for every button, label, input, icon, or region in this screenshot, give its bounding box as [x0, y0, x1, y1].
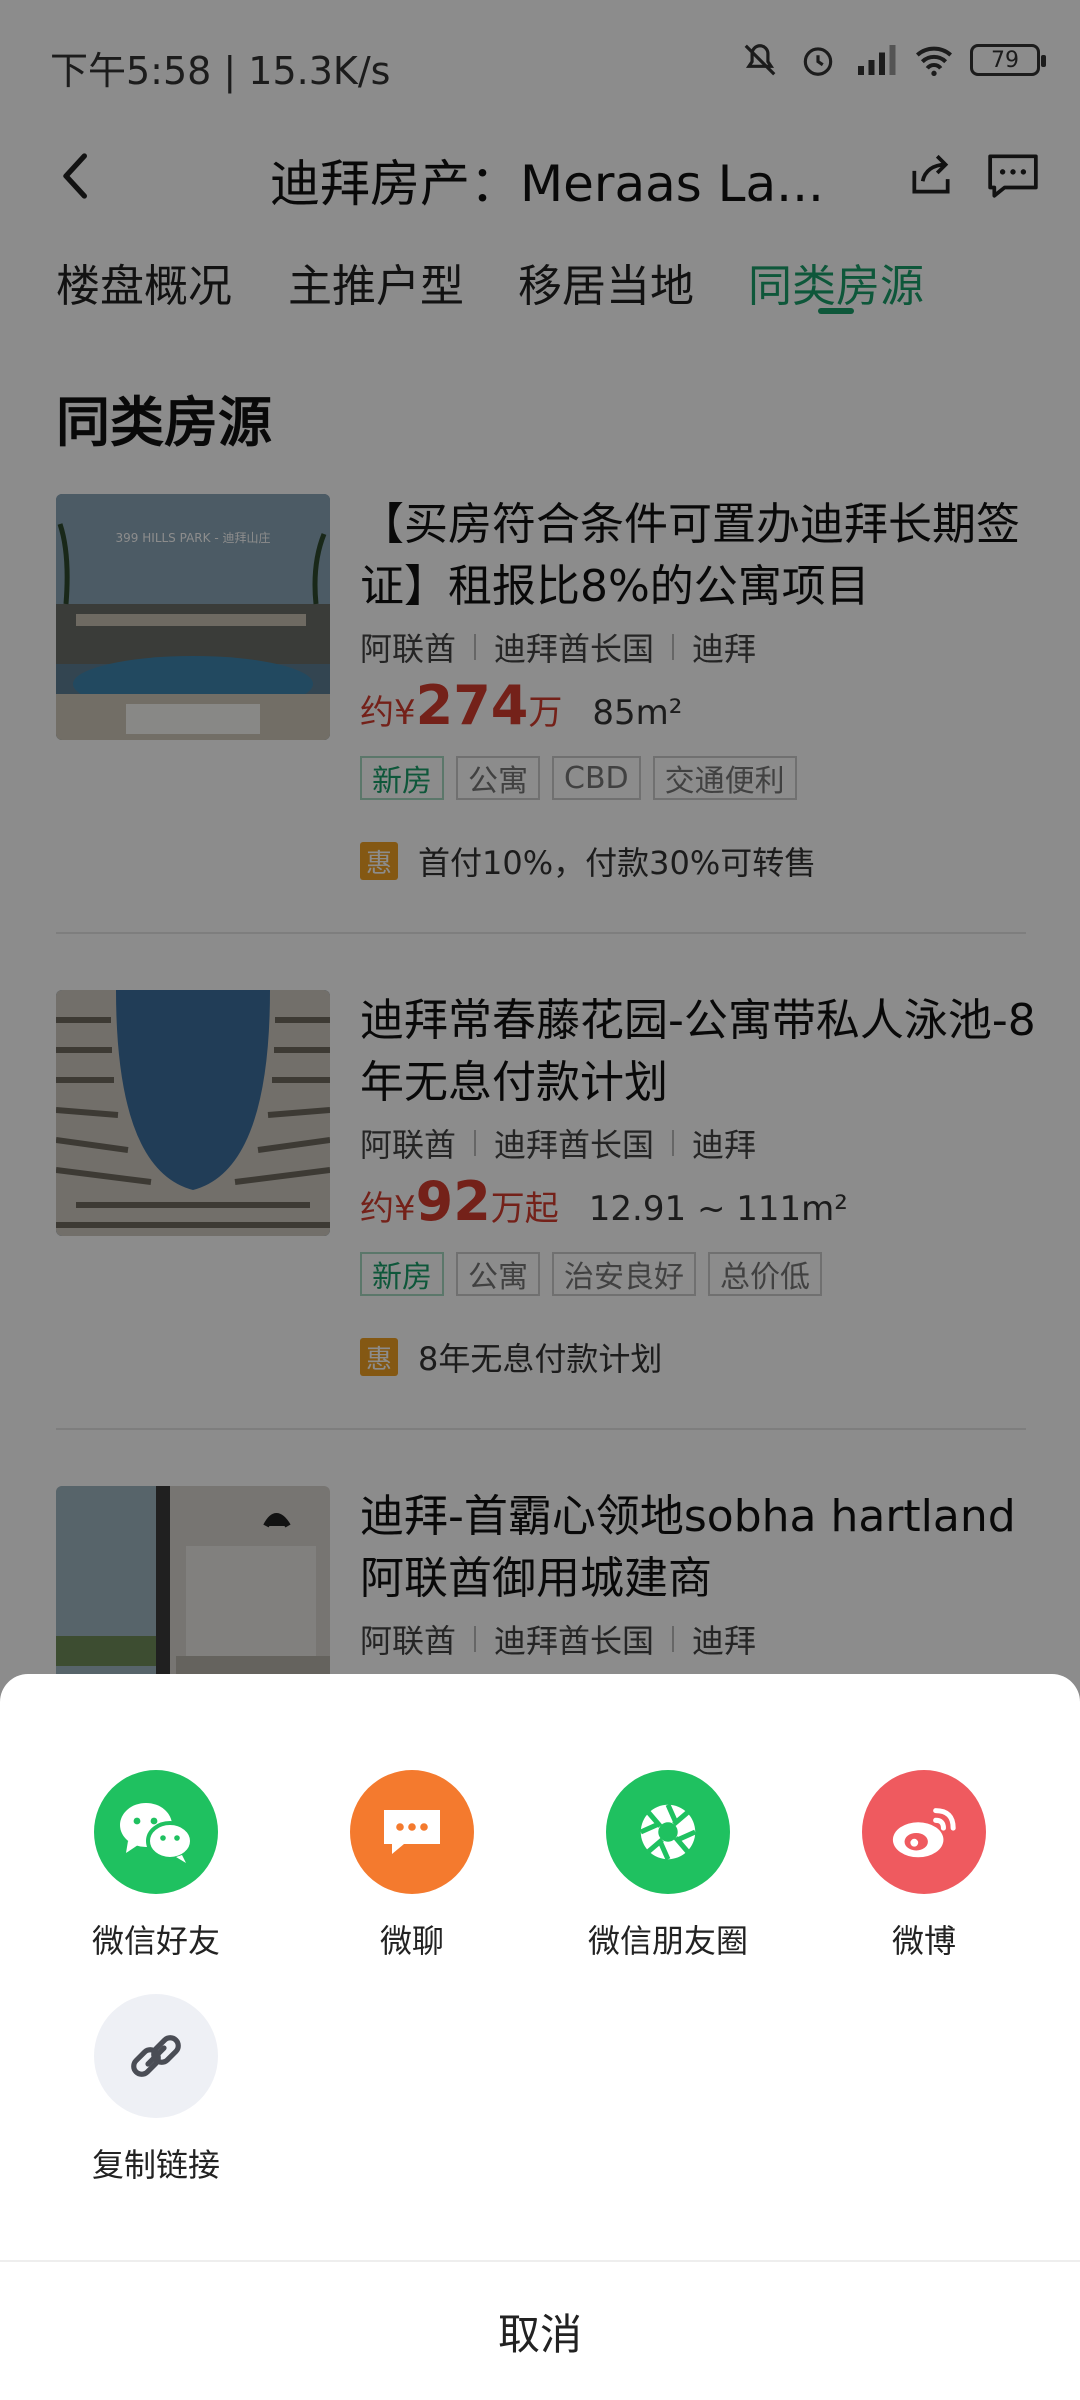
share-label: 微博	[891, 1922, 956, 1960]
share-label: 复制链接	[91, 2146, 220, 2184]
moments-icon	[606, 1770, 730, 1894]
chat-icon	[350, 1770, 474, 1894]
link-icon	[94, 1994, 218, 2118]
share-weiliao[interactable]: 微聊	[302, 1770, 522, 1962]
share-moments[interactable]: 微信朋友圈	[558, 1770, 778, 1962]
share-wechat-friend[interactable]: 微信好友	[46, 1770, 266, 1962]
share-label: 微信好友	[91, 1922, 220, 1960]
share-sheet: 微信好友 微聊 微信朋友圈 微博 复制链接 取消	[0, 1674, 1080, 2400]
weibo-icon	[862, 1770, 986, 1894]
wechat-icon	[94, 1770, 218, 1894]
share-label: 微信朋友圈	[587, 1922, 748, 1960]
cancel-button[interactable]: 取消	[0, 2262, 1080, 2400]
share-weibo[interactable]: 微博	[814, 1770, 1034, 1962]
share-copy-link[interactable]: 复制链接	[46, 1994, 266, 2186]
share-label: 微聊	[379, 1922, 444, 1960]
